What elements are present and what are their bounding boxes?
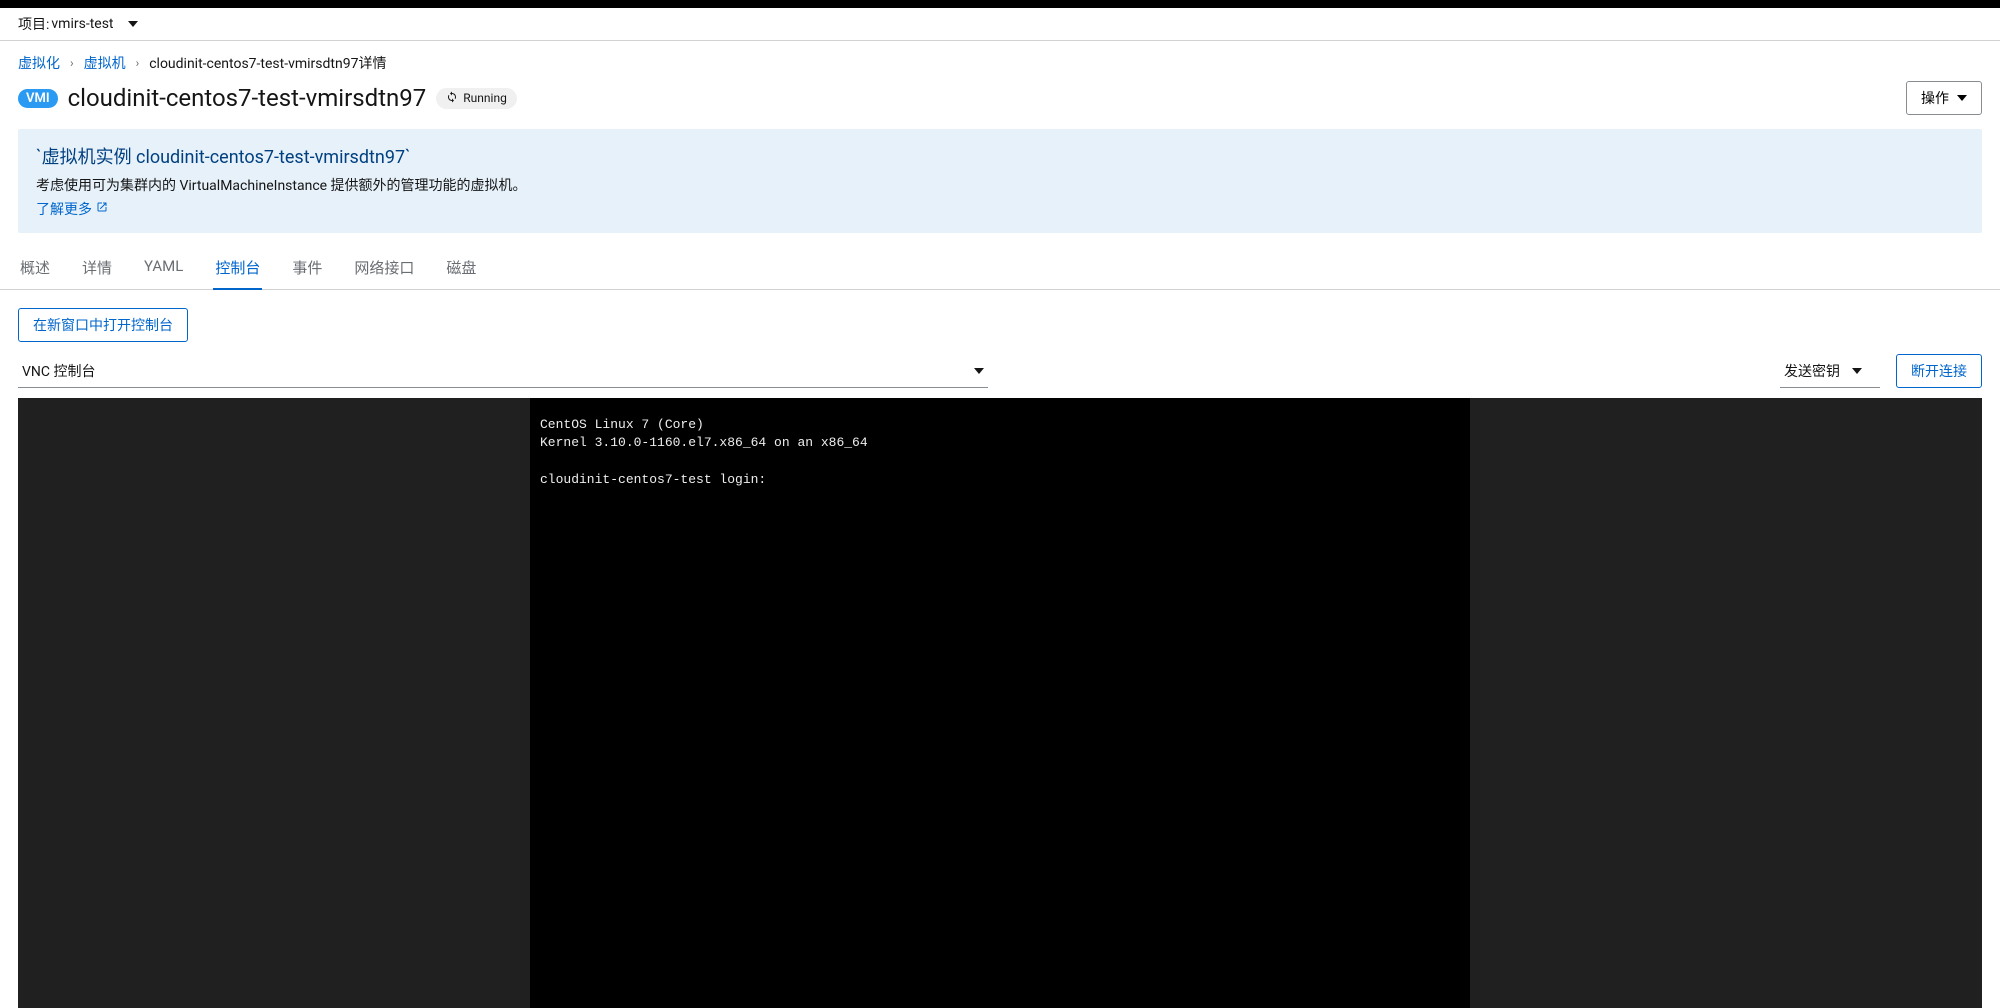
learn-more-link[interactable]: 了解更多 — [36, 199, 108, 219]
vnc-terminal[interactable]: CentOS Linux 7 (Core) Kernel 3.10.0-1160… — [530, 398, 1470, 1008]
status-text: Running — [463, 91, 507, 105]
tabs: 概述 详情 YAML 控制台 事件 网络接口 磁盘 — [0, 239, 2000, 290]
vnc-viewport[interactable]: CentOS Linux 7 (Core) Kernel 3.10.0-1160… — [18, 398, 1982, 1008]
send-key-select[interactable]: 发送密钥 — [1780, 355, 1880, 388]
sync-icon — [446, 91, 458, 106]
chevron-right-icon: › — [136, 56, 140, 70]
top-black-bar — [0, 0, 2000, 8]
breadcrumb-item-vms[interactable]: 虚拟机 — [84, 53, 126, 73]
actions-label: 操作 — [1921, 88, 1949, 108]
tab-details[interactable]: 详情 — [80, 249, 114, 290]
send-key-label: 发送密钥 — [1784, 361, 1840, 381]
learn-more-text: 了解更多 — [36, 199, 92, 219]
title-row: VMI cloudinit-centos7-test-vmirsdtn97 Ru… — [0, 77, 2000, 129]
info-banner-text: 考虑使用可为集群内的 VirtualMachineInstance 提供额外的管… — [36, 175, 1964, 195]
breadcrumb-item-current: cloudinit-centos7-test-vmirsdtn97详情 — [149, 53, 386, 73]
info-banner-title: `虚拟机实例 cloudinit-centos7-test-vmirsdtn97… — [36, 143, 1964, 169]
console-toolbar: 在新窗口中打开控制台 — [0, 290, 2000, 354]
tab-overview[interactable]: 概述 — [18, 249, 52, 290]
terminal-line-4: cloudinit-centos7-test login: — [540, 472, 766, 487]
caret-down-icon — [1957, 93, 1967, 103]
open-new-window-button[interactable]: 在新窗口中打开控制台 — [18, 308, 188, 342]
tab-console[interactable]: 控制台 — [213, 249, 262, 290]
tab-yaml[interactable]: YAML — [142, 249, 185, 290]
project-name[interactable]: vmirs-test — [51, 16, 113, 32]
tab-events[interactable]: 事件 — [290, 249, 324, 290]
console-type-value: VNC 控制台 — [22, 361, 96, 381]
breadcrumb: 虚拟化 › 虚拟机 › cloudinit-centos7-test-vmirs… — [0, 41, 2000, 77]
caret-down-icon — [1852, 366, 1862, 376]
tab-disks[interactable]: 磁盘 — [444, 249, 478, 290]
tab-network[interactable]: 网络接口 — [352, 249, 416, 290]
vmi-badge: VMI — [18, 89, 58, 108]
status-badge: Running — [436, 88, 517, 109]
console-controls: VNC 控制台 发送密钥 断开连接 — [0, 354, 2000, 398]
disconnect-button[interactable]: 断开连接 — [1896, 354, 1982, 388]
caret-down-icon[interactable] — [128, 19, 138, 29]
console-type-select[interactable]: VNC 控制台 — [18, 355, 988, 388]
terminal-line-2: Kernel 3.10.0-1160.el7.x86_64 on an x86_… — [540, 435, 868, 450]
breadcrumb-item-virtualization[interactable]: 虚拟化 — [18, 53, 60, 73]
external-link-icon — [96, 201, 108, 217]
actions-button[interactable]: 操作 — [1906, 81, 1982, 115]
terminal-line-1: CentOS Linux 7 (Core) — [540, 417, 704, 432]
caret-down-icon — [974, 366, 984, 376]
project-label: 项目: — [18, 14, 49, 34]
chevron-right-icon: › — [70, 56, 74, 70]
page-title: cloudinit-centos7-test-vmirsdtn97 — [68, 84, 427, 112]
info-banner: `虚拟机实例 cloudinit-centos7-test-vmirsdtn97… — [18, 129, 1982, 233]
project-selector-bar: 项目: vmirs-test — [0, 8, 2000, 41]
